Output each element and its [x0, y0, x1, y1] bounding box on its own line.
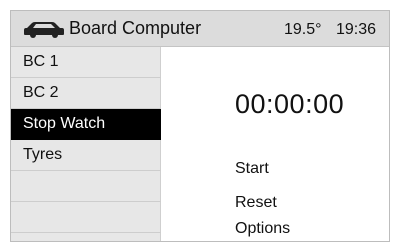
- sidebar-item-bc1[interactable]: BC 1: [11, 47, 161, 78]
- start-button[interactable]: Start: [235, 160, 269, 178]
- reset-button[interactable]: Reset: [235, 194, 277, 212]
- options-button[interactable]: Options: [235, 220, 290, 238]
- stopwatch-display: 00:00:00: [235, 89, 345, 119]
- sidebar-item-bc2[interactable]: BC 2: [11, 78, 161, 109]
- board-computer-screen: Board Computer 19.5° 19:36 BC 1 BC 2 Sto…: [10, 10, 390, 242]
- sidebar-item-label: BC 2: [23, 84, 59, 101]
- outside-temperature: 19.5°: [284, 21, 322, 38]
- sidebar-item-empty: [11, 171, 161, 202]
- sidebar-item-stop-watch[interactable]: Stop Watch: [11, 109, 161, 140]
- stopwatch-panel: 00:00:00 Start Reset Options: [161, 47, 389, 241]
- car-icon: [24, 22, 64, 38]
- sidebar-item-empty: [11, 202, 161, 233]
- sidebar-item-label: Stop Watch: [23, 115, 106, 132]
- sidebar-item-label: BC 1: [23, 53, 59, 70]
- clock: 19:36: [336, 21, 377, 38]
- page-title: Board Computer: [69, 18, 202, 38]
- sidebar-item-tyres[interactable]: Tyres: [11, 140, 161, 171]
- sidebar-item-label: Tyres: [23, 146, 63, 163]
- header-bar: Board Computer 19.5° 19:36: [11, 11, 389, 47]
- sidebar-menu: BC 1 BC 2 Stop Watch Tyres: [11, 47, 161, 241]
